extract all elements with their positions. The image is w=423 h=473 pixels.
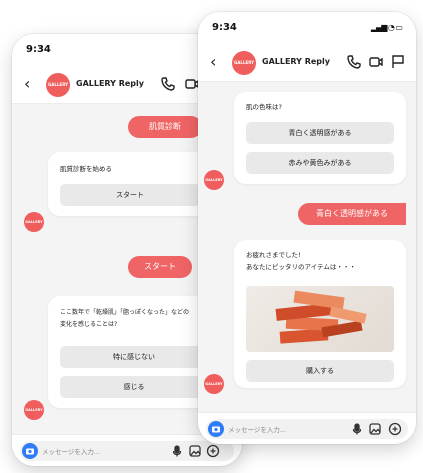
phone-call-icon[interactable] — [346, 54, 362, 70]
product-boxes-illustration — [275, 290, 367, 344]
user-message-start: スタート — [128, 256, 192, 278]
option-red-yellow[interactable]: 赤みや黄色みがある — [246, 152, 394, 174]
bot-avatar: GALLERY — [24, 400, 44, 420]
message-input-bar: メッセージを入力... — [198, 412, 416, 444]
gallery-icon[interactable] — [188, 444, 202, 458]
option-feel-change[interactable]: 感じる — [60, 376, 208, 398]
back-arrow-icon[interactable]: ‹ — [24, 74, 30, 94]
product-image[interactable] — [246, 286, 394, 352]
option-no-change[interactable]: 特に感じない — [60, 346, 208, 368]
flag-icon[interactable] — [390, 54, 406, 70]
card-text: 肌質診断を始める — [60, 165, 112, 173]
question-line-2: 変化を感じることは? — [60, 321, 118, 328]
video-call-icon[interactable] — [368, 54, 384, 70]
buy-button[interactable]: 購入する — [246, 360, 394, 382]
add-circle-icon[interactable] — [206, 444, 220, 458]
bot-message-card-skin-color: 肌の色味は? 青白く透明感がある 赤みや黄色みがある — [234, 92, 406, 184]
user-message-skin-diagnosis: 肌質診断 — [128, 116, 202, 138]
phone-call-icon[interactable] — [160, 76, 176, 92]
status-time: 9:34 — [26, 44, 51, 55]
user-message-answer: 青白く透明感がある — [298, 203, 406, 225]
chat-header: ‹ GALLERY GALLERY Reply — [198, 44, 416, 82]
screenshot-stage: 9:34 ▂▄▆ ‹ GALLERY GALLERY Reply 肌質診断 肌質… — [0, 0, 423, 473]
status-bar: 9:34 ▂▄▆ ◔ ▭ — [198, 12, 416, 44]
gallery-icon[interactable] — [368, 422, 382, 436]
result-line-2: あなたにピッタリのアイテムは・・・ — [246, 263, 356, 271]
start-button[interactable]: スタート — [60, 184, 200, 206]
bot-avatar: GALLERY — [204, 374, 224, 394]
input-placeholder: メッセージを入力... — [228, 426, 287, 434]
microphone-icon[interactable] — [350, 422, 364, 436]
bot-message-card-question: ここ数年で「乾燥肌」「脂っぽくなった」などの 変化を感じることは? 特に感じない… — [48, 296, 220, 408]
bot-message-card-result: お疲れさまでした! あなたにピッタリのアイテムは・・・ 購入する — [234, 240, 406, 388]
camera-icon[interactable] — [208, 421, 224, 437]
result-line-1: お疲れさまでした! — [246, 251, 301, 259]
status-time: 9:34 — [212, 22, 237, 33]
question-line-1: ここ数年で「乾燥肌」「脂っぽくなった」などの — [60, 309, 190, 316]
microphone-icon[interactable] — [170, 444, 184, 458]
bot-avatar: GALLERY — [24, 212, 44, 232]
chat-title: GALLERY Reply — [76, 79, 144, 88]
signal-wifi-battery-icon: ▂▄▆ ◔ ▭ — [370, 23, 403, 32]
front-phone-screen: 9:34 ▂▄▆ ◔ ▭ ‹ GALLERY GALLERY Reply 肌の色… — [198, 12, 416, 444]
bot-message-card-start: 肌質診断を始める スタート — [48, 152, 212, 216]
back-arrow-icon[interactable]: ‹ — [210, 52, 216, 72]
input-placeholder: メッセージを入力... — [42, 448, 101, 456]
chat-title: GALLERY Reply — [262, 57, 330, 66]
camera-icon[interactable] — [22, 443, 38, 459]
message-input[interactable]: メッセージを入力... — [20, 441, 234, 461]
add-circle-icon[interactable] — [388, 422, 402, 436]
question-text: 肌の色味は? — [246, 103, 282, 111]
brand-avatar: GALLERY — [46, 73, 70, 97]
option-pale-clear[interactable]: 青白く透明感がある — [246, 122, 394, 144]
brand-avatar: GALLERY — [232, 51, 256, 75]
bot-avatar: GALLERY — [204, 170, 224, 190]
message-input[interactable]: メッセージを入力... — [206, 419, 408, 439]
